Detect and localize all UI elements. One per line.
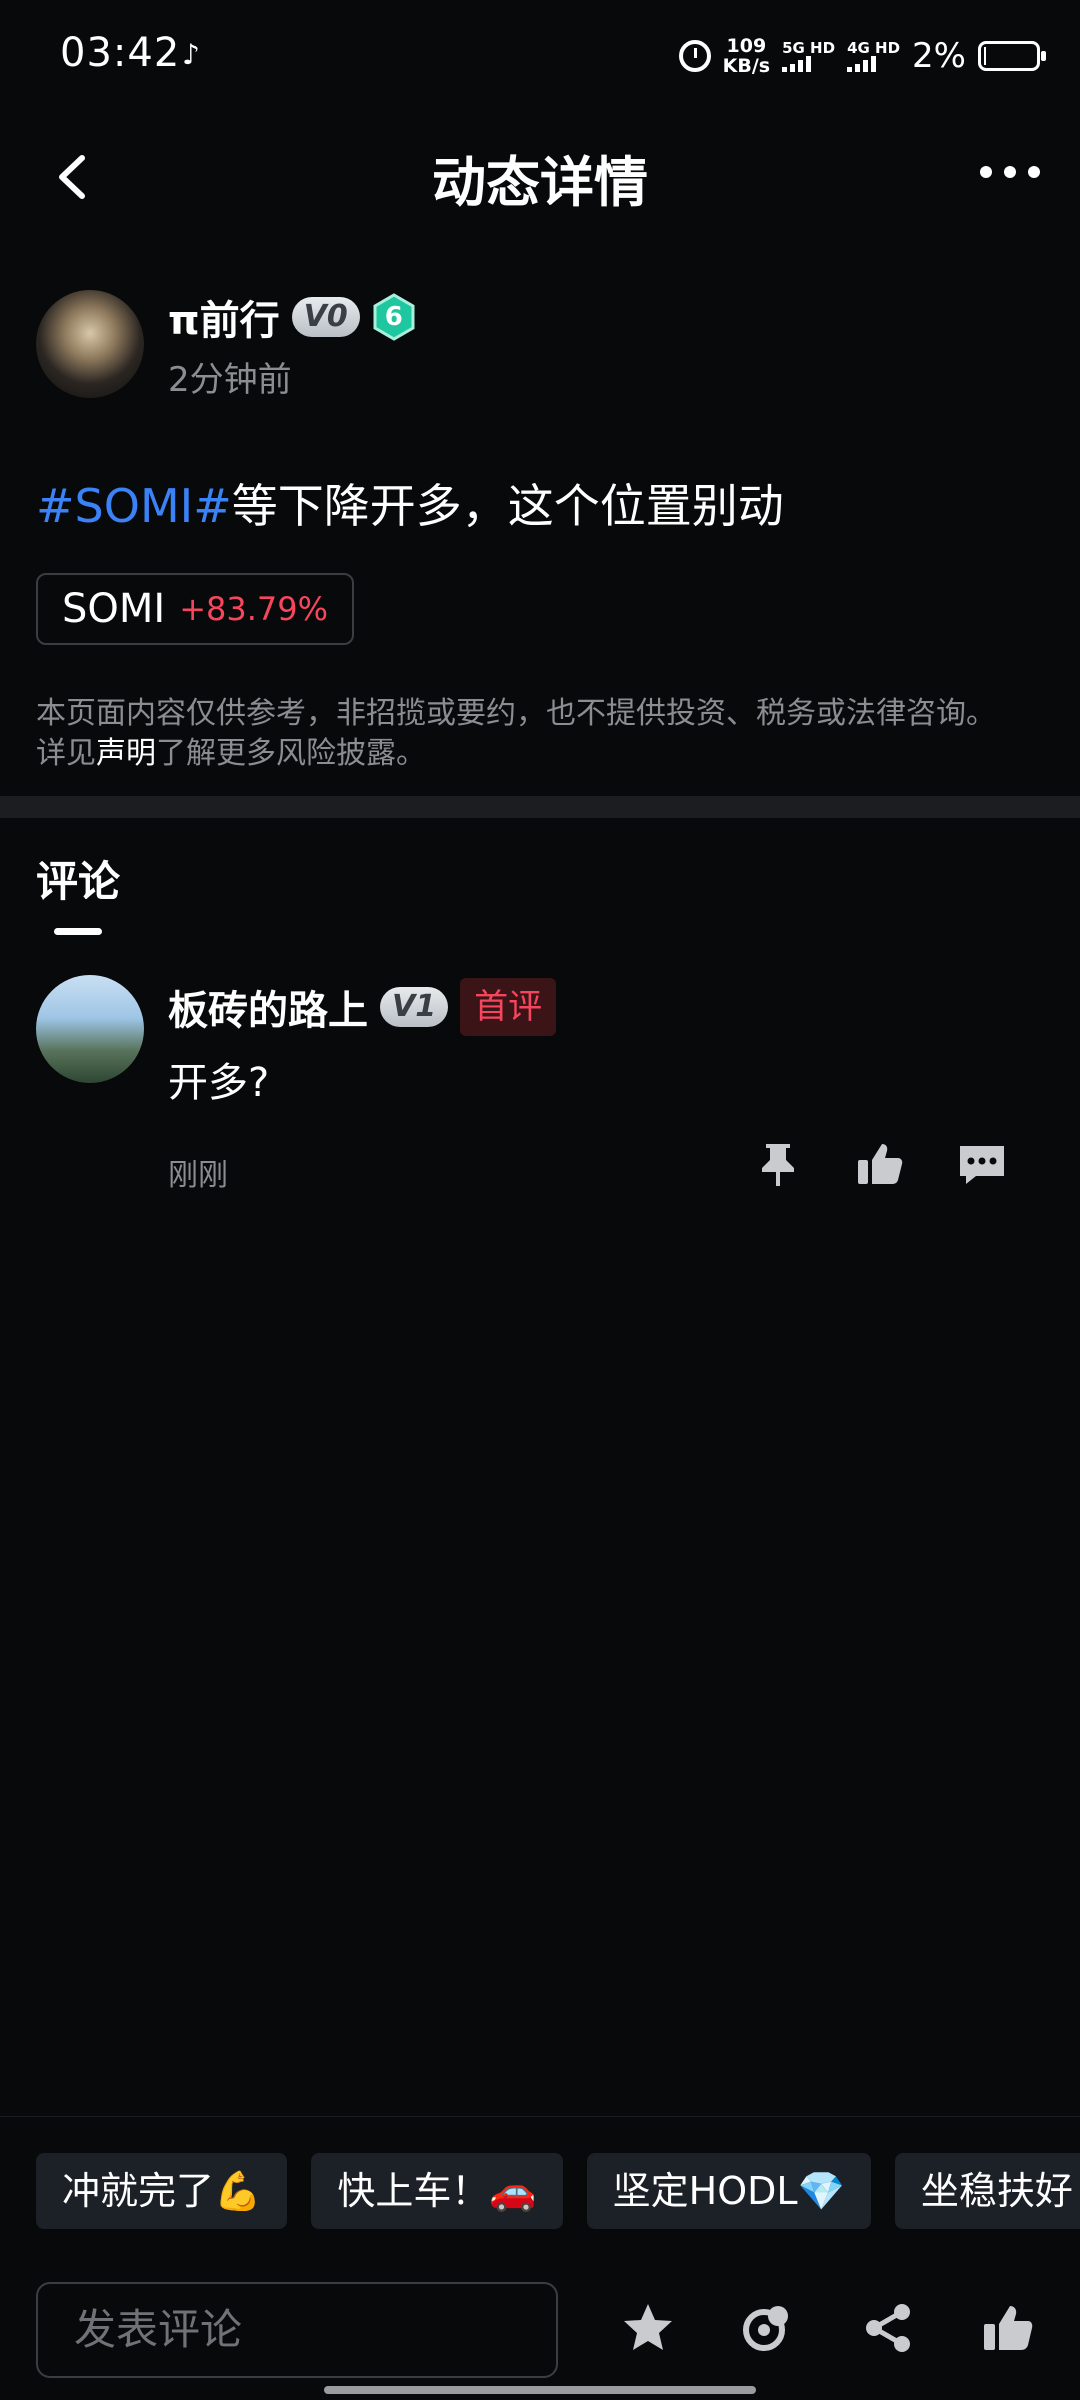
author-avatar[interactable] <box>36 290 144 398</box>
quick-reply-chip[interactable]: 冲就完了💪 <box>36 2153 288 2229</box>
signal-5g: 5G HD <box>782 40 835 72</box>
signal-4g: 4G HD <box>847 40 900 72</box>
tab-comments[interactable]: 评论 <box>36 848 120 909</box>
battery-percent: 2% <box>912 36 966 76</box>
disclaimer-link[interactable]: 声明 <box>96 736 156 771</box>
star-icon[interactable] <box>620 2300 676 2356</box>
vip-badge: V0 <box>291 297 360 337</box>
coin-change: +83.79% <box>179 590 329 628</box>
battery-icon <box>978 41 1046 71</box>
first-comment-tag: 首评 <box>460 978 557 1036</box>
post-text: 等下降开多，这个位置别动 <box>231 479 784 533</box>
tab-underline <box>54 928 102 935</box>
music-note-icon: ♪ <box>182 38 200 71</box>
page-title: 动态详情 <box>432 151 648 214</box>
pin-icon[interactable] <box>752 1138 804 1190</box>
like-icon[interactable] <box>854 1138 906 1190</box>
level-badge: 6 <box>372 293 416 341</box>
more-icon[interactable] <box>980 160 1040 184</box>
thumbs-up-icon[interactable] <box>980 2300 1036 2356</box>
alarm-icon <box>678 40 711 72</box>
hashtag-link[interactable]: #SOMI# <box>36 479 232 533</box>
section-divider <box>0 796 1080 818</box>
vip-badge: V1 <box>380 987 449 1027</box>
author-name[interactable]: π前行 <box>168 288 280 346</box>
coin-chip[interactable]: SOMI +83.79% <box>36 573 355 645</box>
quick-reply-row: 冲就完了💪 快上车！🚗 坚定HODL💎 坐稳扶好 <box>36 2153 1080 2229</box>
quick-reply-divider <box>0 2116 1080 2117</box>
comment-header: 板砖的路上 V1 首评 <box>168 978 557 1036</box>
status-time: 03:42 <box>60 30 181 76</box>
comment-input[interactable]: 发表评论 <box>36 2282 558 2378</box>
home-indicator[interactable] <box>324 2386 756 2394</box>
share-icon[interactable] <box>860 2300 916 2356</box>
coin-icon[interactable] <box>740 2300 796 2356</box>
reply-icon[interactable] <box>956 1138 1008 1190</box>
status-icons: 109 KB/s 5G HD 4G HD 2% <box>678 30 1046 82</box>
coin-symbol: SOMI <box>62 586 166 632</box>
comment-time: 刚刚 <box>168 1158 228 1193</box>
post-content: #SOMI#等下降开多，这个位置别动 <box>36 470 784 536</box>
comment-text: 开多? <box>168 1060 270 1106</box>
commenter-name[interactable]: 板砖的路上 <box>168 978 368 1036</box>
disclaimer: 本页面内容仅供参考，非招揽或要约，也不提供投资、税务或法律咨询。 详见声明了解更… <box>36 696 996 771</box>
post-time: 2分钟前 <box>168 360 292 400</box>
quick-reply-chip[interactable]: 坐稳扶好 <box>894 2153 1080 2229</box>
signal-bars-icon <box>782 56 835 72</box>
author-row: π前行 V0 6 <box>168 288 416 346</box>
signal-bars-icon <box>847 56 900 72</box>
network-speed: 109 KB/s <box>722 35 771 77</box>
quick-reply-chip[interactable]: 坚定HODL💎 <box>586 2153 871 2229</box>
commenter-avatar[interactable] <box>36 975 144 1083</box>
quick-reply-chip[interactable]: 快上车！🚗 <box>311 2153 563 2229</box>
